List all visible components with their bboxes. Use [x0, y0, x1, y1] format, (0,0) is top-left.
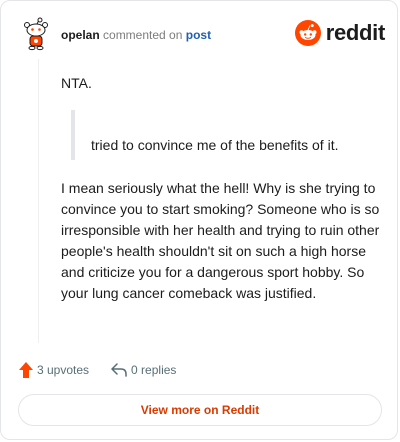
comment-embed-card: opelan commented on post reddit NTA. tri…: [0, 0, 398, 440]
snoo-avatar-icon[interactable]: [21, 17, 51, 51]
reddit-wordmark: reddit: [325, 20, 386, 45]
comment-first-line: NTA.: [61, 75, 92, 91]
post-link[interactable]: post: [186, 28, 211, 42]
quote-text: tried to convince me of the benefits of …: [91, 137, 339, 153]
username-link[interactable]: opelan: [61, 28, 100, 42]
reddit-logo[interactable]: reddit: [294, 19, 386, 47]
upvote-count: 3 upvotes: [37, 363, 90, 377]
comment-attribution: opelan commented on post: [61, 28, 211, 42]
comment-header: opelan commented on post reddit: [21, 15, 385, 55]
comment-paragraph: I mean seriously what the hell! Why is s…: [61, 180, 380, 301]
upvote-button[interactable]: 3 upvotes: [19, 362, 89, 378]
reddit-logo-icon: [294, 20, 321, 46]
reply-button[interactable]: 0 replies: [111, 363, 176, 377]
action-text: commented on: [103, 28, 183, 42]
upvote-arrow-icon: [19, 362, 33, 378]
thread-line: [38, 59, 39, 343]
blockquote: tried to convince me of the benefits of …: [71, 110, 375, 160]
view-more-button[interactable]: View more on Reddit: [18, 394, 382, 426]
reply-count: 0 replies: [131, 363, 177, 377]
comment-actions: 3 upvotes 0 replies: [19, 359, 176, 381]
reply-arrow-icon: [111, 363, 127, 377]
